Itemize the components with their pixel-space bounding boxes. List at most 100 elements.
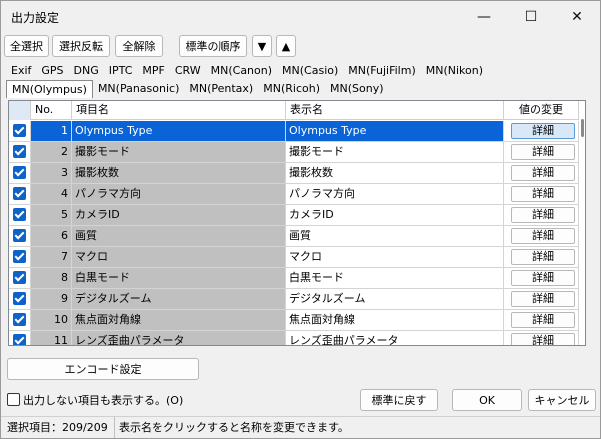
row-detail-cell: 詳細 <box>504 331 579 345</box>
row-display-name[interactable]: 白黒モード <box>286 268 504 288</box>
row-display-name[interactable]: デジタルズーム <box>286 289 504 309</box>
tab-mn-casio[interactable]: MN(Casio) <box>277 62 343 80</box>
row-number: 3 <box>31 163 72 183</box>
table-row[interactable]: 2 撮影モード 撮影モード 詳細 <box>9 142 579 163</box>
checkbox-checked-icon[interactable] <box>13 313 26 326</box>
table-row[interactable]: 11 レンズ歪曲パラメータ レンズ歪曲パラメータ 詳細 <box>9 331 579 345</box>
maximize-icon[interactable]: ☐ <box>508 1 554 32</box>
tab-mn-ricoh[interactable]: MN(Ricoh) <box>258 80 325 98</box>
detail-button[interactable]: 詳細 <box>511 249 575 265</box>
checkbox-checked-icon[interactable] <box>13 124 26 137</box>
detail-button[interactable]: 詳細 <box>511 186 575 202</box>
row-display-name[interactable]: 焦点面対角線 <box>286 310 504 330</box>
detail-button[interactable]: 詳細 <box>511 144 575 160</box>
row-number: 5 <box>31 205 72 225</box>
table-row[interactable]: 4 パノラマ方向 パノラマ方向 詳細 <box>9 184 579 205</box>
detail-button[interactable]: 詳細 <box>511 207 575 223</box>
move-down-button[interactable]: ▼ <box>252 35 272 57</box>
status-selected-count: 選択項目：209/209 <box>7 417 115 438</box>
header-check-column[interactable] <box>9 101 31 120</box>
header-item-name[interactable]: 項目名 <box>72 101 286 120</box>
detail-button[interactable]: 詳細 <box>511 165 575 181</box>
tab-mn-canon[interactable]: MN(Canon) <box>206 62 277 80</box>
header-no[interactable]: No. <box>31 101 72 120</box>
table-row[interactable]: 5 カメラID カメラID 詳細 <box>9 205 579 226</box>
row-display-name[interactable]: 撮影モード <box>286 142 504 162</box>
select-all-button[interactable]: 全選択 <box>4 35 49 57</box>
checkbox-checked-icon[interactable] <box>13 187 26 200</box>
tab-gps[interactable]: GPS <box>36 62 68 80</box>
row-display-name[interactable]: Olympus Type <box>286 121 504 141</box>
table-row[interactable]: 7 マクロ マクロ 詳細 <box>9 247 579 268</box>
row-detail-cell: 詳細 <box>504 205 579 225</box>
row-item-name: マクロ <box>72 247 286 267</box>
tab-mpf[interactable]: MPF <box>137 62 169 80</box>
row-display-name[interactable]: 画質 <box>286 226 504 246</box>
checkbox-checked-icon[interactable] <box>13 292 26 305</box>
close-icon[interactable]: ✕ <box>554 1 600 32</box>
checkbox-checked-icon[interactable] <box>13 334 26 345</box>
checkbox-checked-icon[interactable] <box>13 229 26 242</box>
checkbox-checked-icon[interactable] <box>13 271 26 284</box>
tab-crw[interactable]: CRW <box>170 62 206 80</box>
tab-iptc[interactable]: IPTC <box>104 62 138 80</box>
tab-exif[interactable]: Exif <box>6 62 36 80</box>
table-row[interactable]: 10 焦点面対角線 焦点面対角線 詳細 <box>9 310 579 331</box>
checkbox-checked-icon[interactable] <box>13 145 26 158</box>
reset-standard-button[interactable]: 標準に戻す <box>360 389 438 411</box>
row-display-name[interactable]: マクロ <box>286 247 504 267</box>
minimize-icon[interactable]: — <box>461 1 507 32</box>
detail-button[interactable]: 詳細 <box>511 270 575 286</box>
row-display-name[interactable]: 撮影枚数 <box>286 163 504 183</box>
tab-dng[interactable]: DNG <box>69 62 104 80</box>
vertical-scrollbar[interactable] <box>579 101 585 345</box>
tab-mn-olympus[interactable]: MN(Olympus) <box>6 80 93 98</box>
tab-mn-fujifilm[interactable]: MN(FujiFilm) <box>343 62 420 80</box>
detail-button[interactable]: 詳細 <box>511 228 575 244</box>
row-checkbox-cell[interactable] <box>9 247 31 267</box>
row-checkbox-cell[interactable] <box>9 289 31 309</box>
row-detail-cell: 詳細 <box>504 142 579 162</box>
tab-mn-nikon[interactable]: MN(Nikon) <box>421 62 488 80</box>
checkbox-checked-icon[interactable] <box>13 250 26 263</box>
move-up-button[interactable]: ▲ <box>276 35 296 57</box>
row-checkbox-cell[interactable] <box>9 310 31 330</box>
row-display-name[interactable]: パノラマ方向 <box>286 184 504 204</box>
table-row[interactable]: 8 白黒モード 白黒モード 詳細 <box>9 268 579 289</box>
table-row[interactable]: 1 Olympus Type Olympus Type 詳細 <box>9 121 579 142</box>
detail-button[interactable]: 詳細 <box>511 291 575 307</box>
row-display-name[interactable]: レンズ歪曲パラメータ <box>286 331 504 345</box>
invert-selection-button[interactable]: 選択反転 <box>52 35 110 57</box>
row-checkbox-cell[interactable] <box>9 205 31 225</box>
tab-mn-panasonic[interactable]: MN(Panasonic) <box>93 80 184 98</box>
row-checkbox-cell[interactable] <box>9 142 31 162</box>
row-checkbox-cell[interactable] <box>9 226 31 246</box>
encode-settings-button[interactable]: エンコード設定 <box>7 358 199 380</box>
row-checkbox-cell[interactable] <box>9 331 31 345</box>
deselect-all-button[interactable]: 全解除 <box>115 35 163 57</box>
scrollbar-thumb[interactable] <box>581 119 584 137</box>
tab-mn-pentax[interactable]: MN(Pentax) <box>184 80 258 98</box>
row-checkbox-cell[interactable] <box>9 268 31 288</box>
row-display-name[interactable]: カメラID <box>286 205 504 225</box>
header-display-name[interactable]: 表示名 <box>286 101 504 120</box>
checkbox-checked-icon[interactable] <box>13 208 26 221</box>
detail-button[interactable]: 詳細 <box>511 312 575 328</box>
row-checkbox-cell[interactable] <box>9 121 31 141</box>
row-checkbox-cell[interactable] <box>9 163 31 183</box>
ok-button[interactable]: OK <box>452 389 522 411</box>
table-row[interactable]: 6 画質 画質 詳細 <box>9 226 579 247</box>
row-detail-cell: 詳細 <box>504 184 579 204</box>
show-hidden-label[interactable]: 出力しない項目も表示する。(O) <box>23 392 183 408</box>
table-row[interactable]: 3 撮影枚数 撮影枚数 詳細 <box>9 163 579 184</box>
detail-button[interactable]: 詳細 <box>511 123 575 139</box>
table-row[interactable]: 9 デジタルズーム デジタルズーム 詳細 <box>9 289 579 310</box>
row-checkbox-cell[interactable] <box>9 184 31 204</box>
standard-order-button[interactable]: 標準の順序 <box>179 35 247 57</box>
detail-button[interactable]: 詳細 <box>511 333 575 345</box>
checkbox-checked-icon[interactable] <box>13 166 26 179</box>
header-value-change[interactable]: 値の変更 <box>504 101 579 120</box>
cancel-button[interactable]: キャンセル <box>528 389 596 411</box>
show-hidden-checkbox[interactable] <box>7 393 20 406</box>
tab-mn-sony[interactable]: MN(Sony) <box>325 80 389 98</box>
